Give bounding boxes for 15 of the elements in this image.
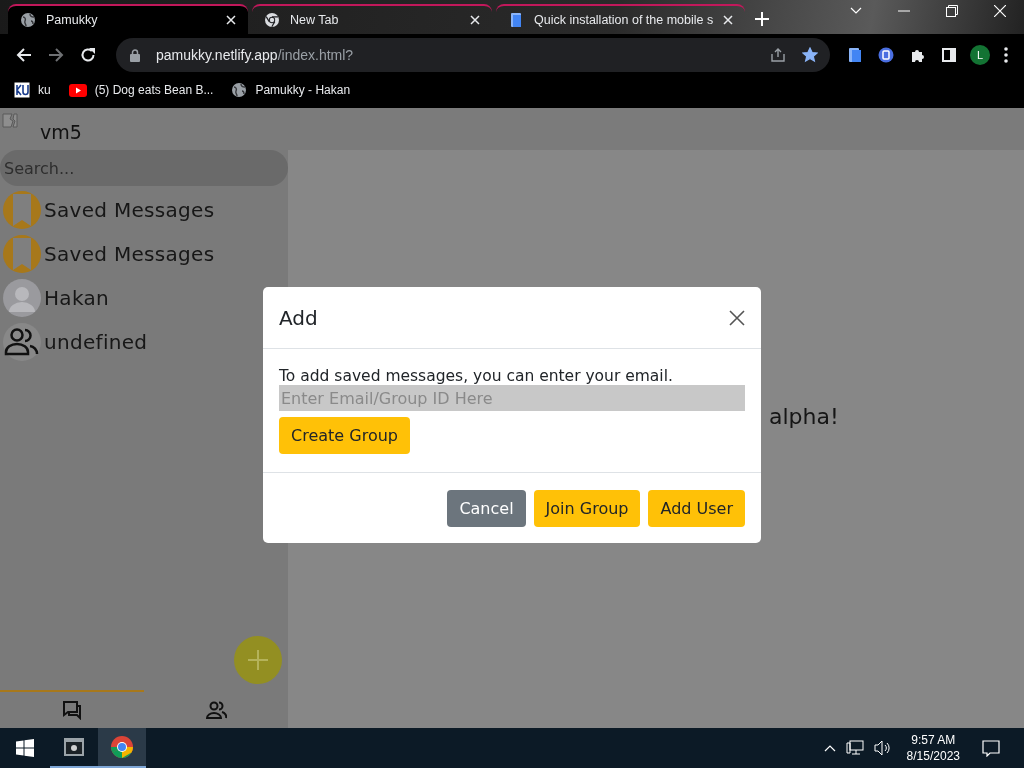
username: vm5 — [40, 121, 82, 143]
chat-name: undefined — [44, 330, 148, 354]
bookmark-label: Pamukky - Hakan — [255, 83, 351, 97]
tab-title: Quick installation of the mobile s — [534, 13, 714, 27]
chat-name: Saved Messages — [44, 198, 215, 222]
chat-name: Saved Messages — [44, 242, 215, 266]
chat-name: Hakan — [44, 286, 109, 310]
dialog-title: Add — [279, 305, 318, 330]
url-text: pamukky.netlify.app/index.html? — [156, 47, 354, 63]
bookmark-label: ku — [38, 83, 51, 97]
bookmark-label: (5) Dog eats Bean B... — [94, 83, 214, 97]
welcome-text: alpha! — [769, 404, 839, 429]
tab-title: New Tab — [290, 13, 340, 27]
tab-title: Pamukky — [46, 13, 99, 27]
dialog-description: To add saved messages, you can enter your email. — [279, 367, 673, 385]
